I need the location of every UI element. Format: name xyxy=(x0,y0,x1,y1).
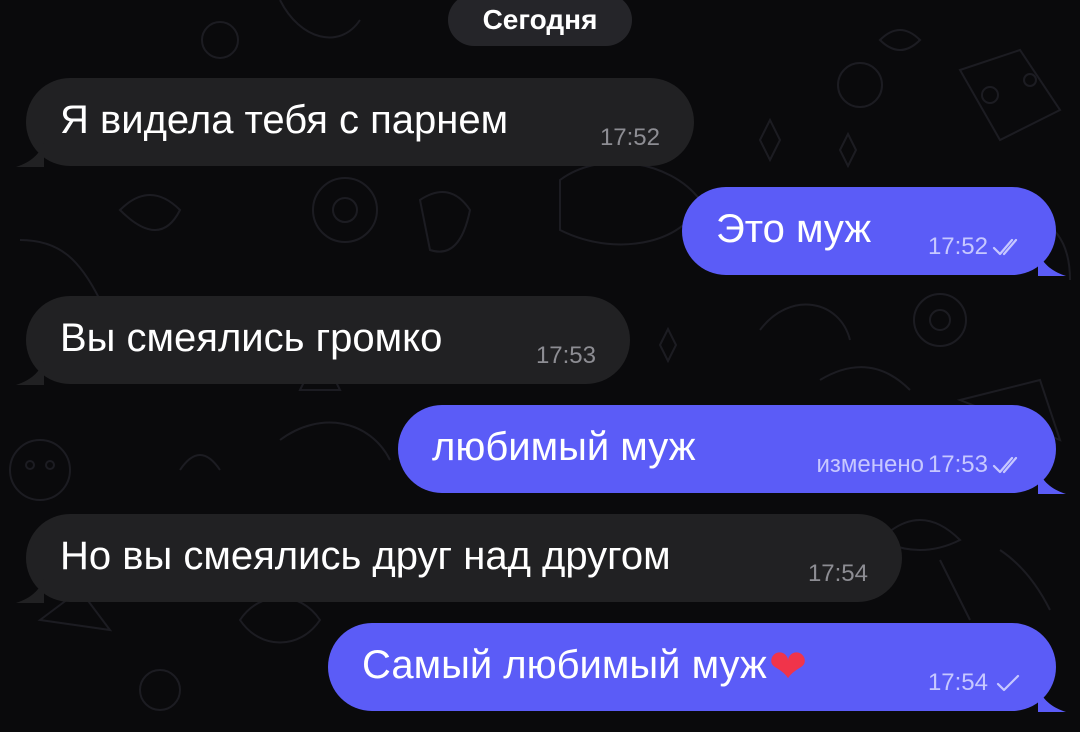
message-incoming[interactable]: Вы смеялись громко 17:53 xyxy=(16,296,630,385)
message-time: 17:53 xyxy=(927,451,988,478)
message-meta: 17:52 xyxy=(928,233,1022,261)
edited-label: изменено xyxy=(816,451,924,478)
double-check-icon xyxy=(992,456,1018,474)
message-text: Но вы смеялись друг над другом xyxy=(60,534,671,578)
message-text: Это муж xyxy=(716,207,872,251)
message-incoming[interactable]: Я видела тебя с парнем 17:52 xyxy=(16,78,694,167)
message-outgoing[interactable]: любимый муж изменено 17:53 xyxy=(398,405,1066,494)
message-time: 17:54 xyxy=(927,669,988,696)
bubble-tail xyxy=(1038,470,1066,494)
message-incoming[interactable]: Но вы смеялись друг над другом 17:54 xyxy=(16,514,902,603)
heart-emoji-icon: ❤ xyxy=(768,640,808,692)
message-meta: 17:53 xyxy=(536,342,596,370)
message-text: Я видела тебя с парнем xyxy=(60,98,509,142)
message-time: 17:52 xyxy=(599,124,660,151)
message-time: 17:54 xyxy=(807,560,868,587)
bubble-tail xyxy=(16,579,44,603)
message-meta: 17:54 xyxy=(808,560,868,588)
message-meta: 17:54 xyxy=(928,669,1022,697)
bubble-tail xyxy=(16,361,44,385)
bubble-tail xyxy=(1038,252,1066,276)
single-check-icon xyxy=(996,674,1020,692)
message-time: 17:52 xyxy=(927,233,988,260)
message-meta: 17:52 xyxy=(600,124,660,152)
chat-area: Сегодня Я видела тебя с парнем 17:52 Это… xyxy=(0,0,1080,732)
message-time: 17:53 xyxy=(535,342,596,369)
message-outgoing[interactable]: Самый любимый муж❤ 17:54 xyxy=(328,623,1066,712)
message-outgoing[interactable]: Это муж 17:52 xyxy=(682,187,1066,276)
message-text: любимый муж xyxy=(432,425,696,469)
message-text: Вы смеялись громко xyxy=(60,316,443,360)
message-text-wrapper: Самый любимый муж❤ xyxy=(362,641,807,689)
date-separator: Сегодня xyxy=(448,0,632,46)
bubble-tail xyxy=(1038,688,1066,712)
bubble-tail xyxy=(16,143,44,167)
double-check-icon xyxy=(992,238,1018,256)
message-meta: изменено 17:53 xyxy=(816,451,1022,479)
message-text: Самый любимый муж xyxy=(362,643,767,687)
